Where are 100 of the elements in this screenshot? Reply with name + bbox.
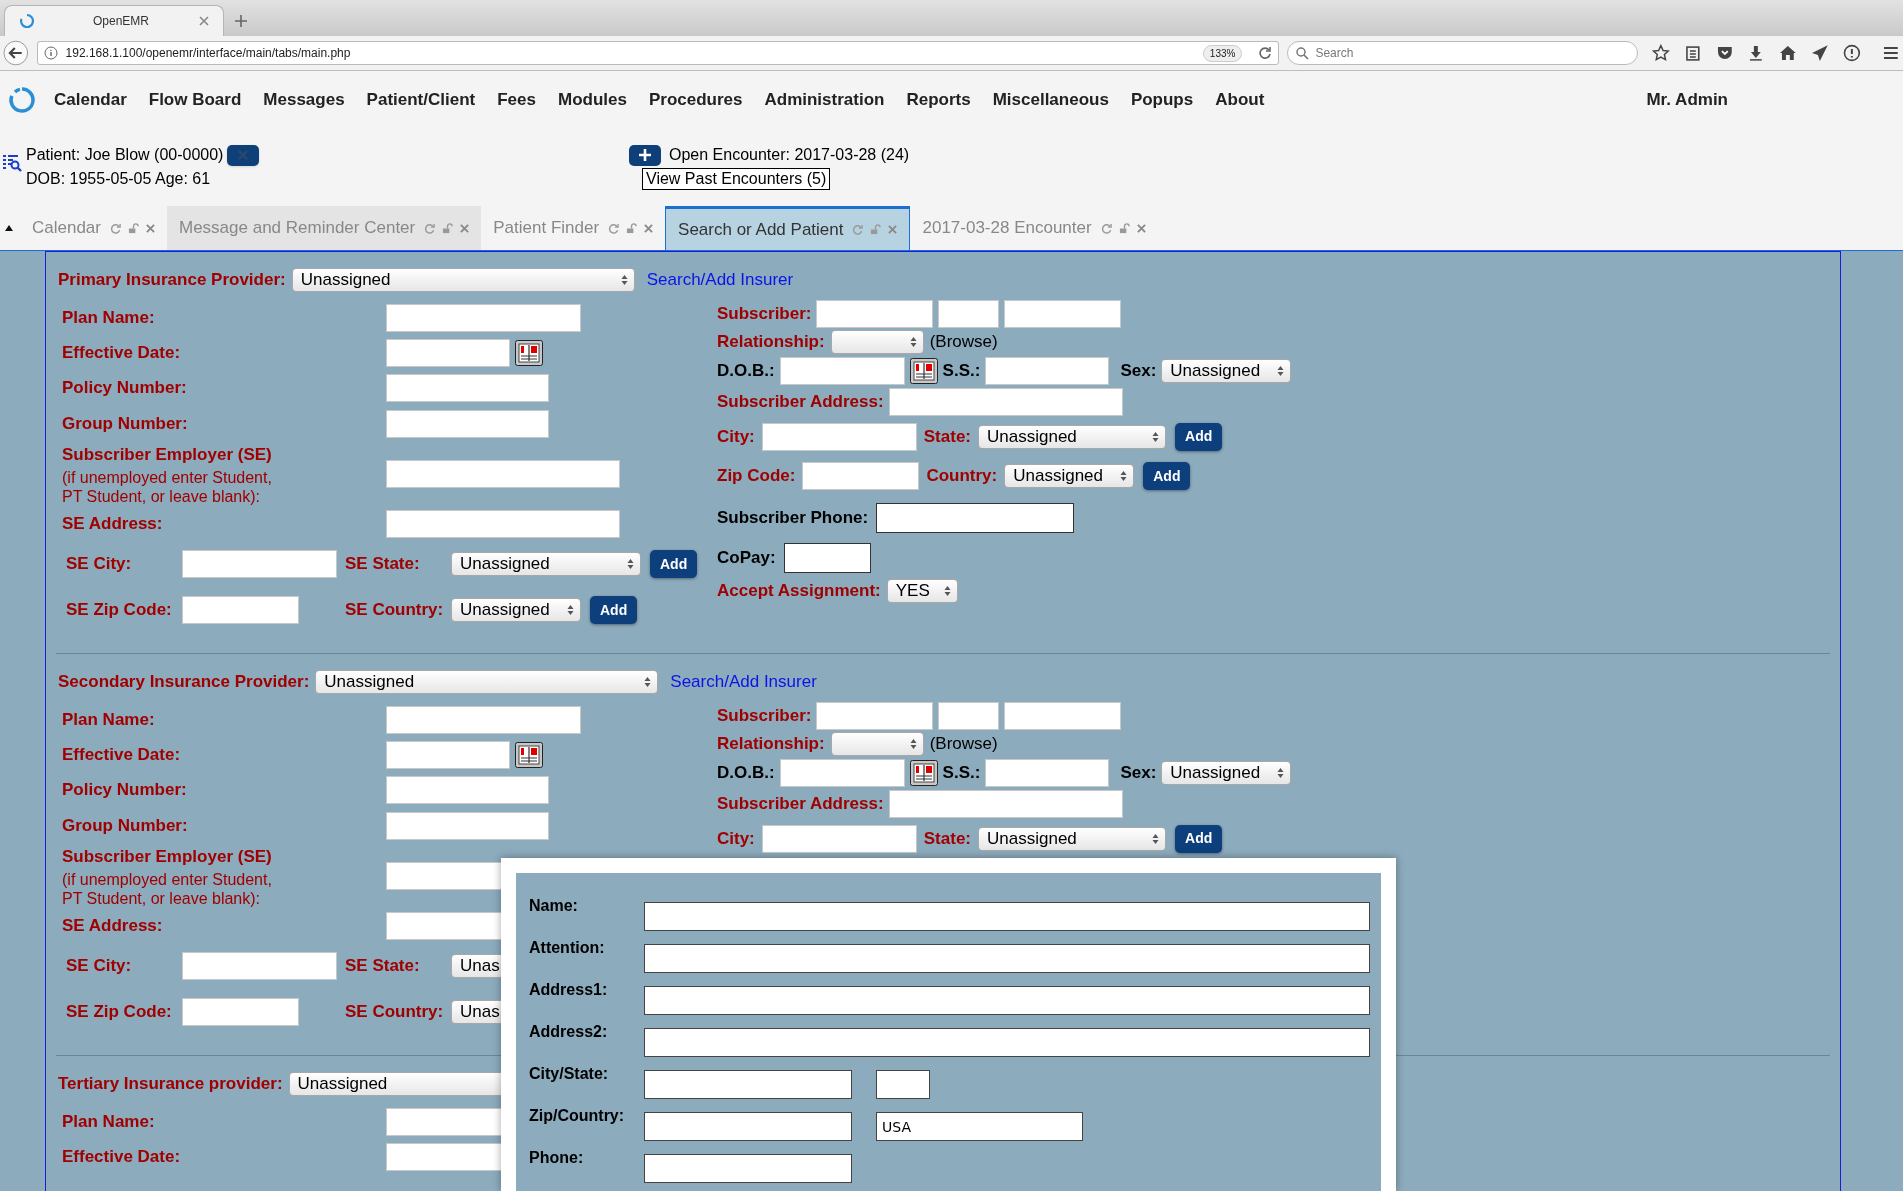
address-field[interactable]: 192.168.1.100/openemr/interface/main/tabs/main.php 133% <box>36 41 1280 65</box>
select-field[interactable]: Unassigned <box>315 670 659 694</box>
field-label: Primary Insurance Provider: <box>58 269 286 292</box>
field-label: SE City: <box>66 955 133 978</box>
menu-item[interactable]: Modules <box>557 87 627 113</box>
field-label: Policy Number: <box>62 377 188 400</box>
browse-text: (Browse) <box>929 733 998 756</box>
zoom-level: 133% <box>1202 44 1243 62</box>
past-encounters-button[interactable]: View Past Encounters (5) <box>642 168 831 190</box>
field-label: SE City: <box>66 553 133 576</box>
field-label: Country: <box>926 465 998 488</box>
menu-item[interactable]: Flow Board <box>148 87 242 113</box>
field-label: SE Country: <box>345 1001 445 1024</box>
tab-label: Patient Finder <box>493 217 600 240</box>
field-label: Subscriber: <box>717 705 812 728</box>
select-field[interactable]: Unassigned <box>1161 761 1292 785</box>
select-field[interactable]: Unassigned <box>451 598 581 622</box>
field-label: Subscriber Employer (SE) <box>62 444 273 467</box>
select-field[interactable]: Unassigned <box>291 268 635 292</box>
field-note: (if unemployed enter Student, PT Student, or leave blank): <box>62 467 273 506</box>
field-label: Address2: <box>529 1022 609 1042</box>
menu-item[interactable]: Messages <box>263 87 345 113</box>
field-label: Policy Number: <box>62 779 188 802</box>
field-label: Attention: <box>529 938 606 958</box>
tab-label: Message and Reminder Center <box>179 217 416 240</box>
field-label: SE Zip Code: <box>66 1001 173 1024</box>
field-label: S.S.: <box>942 360 981 383</box>
field-label: Subscriber Address: <box>717 793 884 816</box>
menu-item[interactable]: About <box>1215 87 1265 113</box>
select-field[interactable]: Unassigned <box>978 826 1166 851</box>
field-label: Plan Name: <box>62 708 156 731</box>
search-insurer-link[interactable]: Search/Add Insurer <box>646 267 794 293</box>
field-label: D.O.B.: <box>717 360 775 383</box>
patient-name: Patient: Joe Blow (00-0000) <box>26 145 224 165</box>
menu-item[interactable]: Administration <box>764 87 885 113</box>
select-field[interactable]: Unassigned <box>451 552 641 576</box>
field-label: Effective Date: <box>62 341 182 364</box>
add-button[interactable]: Add <box>650 550 698 578</box>
field-label: Subscriber Address: <box>717 391 884 414</box>
field-label: Relationship: <box>717 331 825 354</box>
field-label: Tertiary Insurance provider: <box>58 1073 283 1096</box>
search-input[interactable]: Search <box>1315 44 1616 62</box>
field-label: Sex: <box>1120 360 1157 383</box>
field-label: Zip Code: <box>717 465 796 488</box>
menu-item[interactable]: Procedures <box>648 87 743 113</box>
add-button[interactable]: Add <box>1175 422 1223 451</box>
menu-item[interactable]: Calendar <box>54 87 127 113</box>
select-field[interactable]: Unassigned <box>1161 359 1292 383</box>
menu-item[interactable]: Miscellaneous <box>992 87 1109 113</box>
patient-dob: DOB: 1955-05-05 Age: 61 <box>26 169 212 189</box>
user-menu[interactable]: Mr. Admin <box>1646 87 1728 113</box>
field-label: D.O.B.: <box>717 762 775 785</box>
field-note: (if unemployed enter Student, PT Student, or leave blank): <box>62 869 273 908</box>
menu-item[interactable]: Fees <box>497 87 536 113</box>
menu-item[interactable]: Patient/Client <box>366 87 476 113</box>
field-label: Subscriber Phone: <box>717 507 869 530</box>
field-label: SE State: <box>345 553 421 576</box>
field-label: Group Number: <box>62 815 189 838</box>
field-label: SE Zip Code: <box>66 599 173 622</box>
field-label: Name: <box>529 896 579 916</box>
field-label: Accept Assignment: <box>717 580 881 603</box>
search-insurer-link[interactable]: Search/Add Insurer <box>670 669 817 695</box>
tab-label: 2017-03-28 Encounter <box>922 217 1092 240</box>
select-field[interactable]: Unassigned <box>978 424 1166 449</box>
field-label: State: <box>923 425 971 448</box>
field-label: Effective Date: <box>62 1146 182 1169</box>
add-button[interactable]: Add <box>1143 462 1191 490</box>
url-text: 192.168.1.100/openemr/interface/main/tabs/main.php <box>65 45 351 62</box>
select-field[interactable]: YES <box>886 579 958 603</box>
field-label: SE Country: <box>345 599 445 622</box>
field-label: Subscriber Employer (SE) <box>62 846 273 869</box>
field-label: Sex: <box>1120 762 1157 785</box>
tab-title: OpenEMR <box>93 13 150 30</box>
field-label: City: <box>717 827 755 850</box>
tab[interactable]: Search or Add Patient <box>665 206 911 250</box>
field-label: CoPay: <box>717 547 776 570</box>
add-button[interactable]: Add <box>590 596 638 624</box>
field-label: State: <box>923 827 971 850</box>
tab-label: Calendar <box>32 217 101 240</box>
field-label: Subscriber: <box>717 303 812 326</box>
select-field[interactable]: Unassigned <box>1004 464 1135 488</box>
field-label: S.S.: <box>942 762 981 785</box>
field-label: Group Number: <box>62 413 189 436</box>
field-label: City: <box>717 425 755 448</box>
field-label: SE Address: <box>62 914 164 937</box>
field-label: SE Address: <box>62 512 164 535</box>
field-label: Effective Date: <box>62 743 182 766</box>
encounter-text: Open Encounter: 2017-03-28 (24) <box>669 145 910 165</box>
input-field[interactable]: USA <box>876 1112 1083 1141</box>
menu-item[interactable]: Reports <box>906 87 971 113</box>
field-label: Plan Name: <box>62 306 156 329</box>
menu-item[interactable]: Popups <box>1130 87 1194 113</box>
field-label: Phone: <box>529 1148 585 1168</box>
search-field[interactable]: Search <box>1287 41 1639 65</box>
field-label: Relationship: <box>717 733 825 756</box>
add-button[interactable]: Add <box>1175 824 1223 853</box>
field-label: Zip/Country: <box>529 1106 626 1126</box>
browser-tab[interactable]: OpenEMR <box>4 5 224 36</box>
tab-label: Search or Add Patient <box>678 218 844 241</box>
field-label: Address1: <box>529 980 609 1000</box>
